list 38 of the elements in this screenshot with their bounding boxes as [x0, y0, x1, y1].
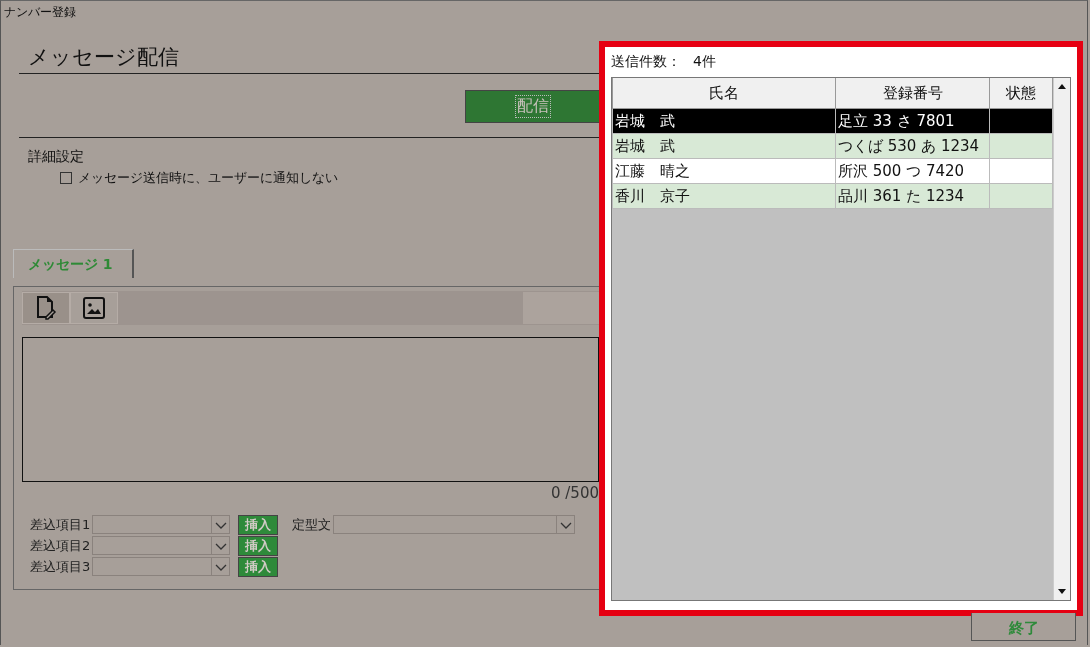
table-cell: 足立 33 さ 7801 — [838, 111, 955, 130]
column-header[interactable]: 状態 — [989, 78, 1053, 109]
dropdown[interactable] — [333, 515, 576, 534]
field-label: 差込項目2 — [30, 536, 91, 555]
page-heading: メッセージ配信 — [27, 44, 179, 71]
table-cell: 香川 京子 — [615, 186, 690, 205]
dropdown[interactable] — [92, 515, 231, 534]
column-header[interactable]: 氏名 — [612, 78, 836, 109]
table-row[interactable]: 岩城 武 足立 33 さ 7801 — [612, 108, 1053, 134]
table-row[interactable]: 岩城 武 つくば 530 あ 1234 — [612, 133, 1053, 159]
editor-tool-button[interactable] — [22, 292, 70, 324]
field-label: 定型文 — [292, 515, 332, 534]
field-label: 差込項目1 — [30, 515, 91, 534]
editor-tool-button[interactable] — [70, 292, 118, 324]
table-cell: 品川 361 た 1234 — [838, 186, 965, 205]
table-cell: 江藤 晴之 — [615, 161, 690, 180]
table-cell: 所沢 500 つ 7420 — [838, 161, 965, 180]
checkbox-label: メッセージ送信時に、ユーザーに通知しない — [78, 169, 338, 187]
table-row[interactable]: 香川 京子 品川 361 た 1234 — [612, 183, 1053, 209]
dropdown[interactable] — [92, 557, 231, 576]
scroll-up-icon — [1057, 82, 1068, 91]
count-value: 4件 — [693, 53, 716, 71]
count-label: 送信件数： — [611, 53, 681, 71]
table-row[interactable]: 江藤 晴之 所沢 500 つ 7420 — [612, 158, 1053, 184]
message-field[interactable] — [22, 337, 599, 482]
character-count: 0 /500 — [551, 483, 599, 504]
table-cell: つくば 530 あ 1234 — [838, 136, 980, 155]
field-label: 差込項目3 — [30, 557, 91, 576]
table-cell: 岩城 武 — [615, 136, 675, 155]
image-icon — [81, 295, 107, 321]
table-cell: 岩城 武 — [615, 111, 675, 130]
section-title: 詳細設定 — [27, 147, 85, 166]
window-title: ナンバー登録 — [3, 4, 76, 19]
checkbox[interactable] — [60, 172, 72, 184]
scroll-down-icon — [1057, 587, 1068, 596]
dropdown[interactable] — [92, 536, 231, 555]
column-header[interactable]: 登録番号 — [835, 78, 990, 109]
scrollbar[interactable] — [1053, 78, 1070, 600]
